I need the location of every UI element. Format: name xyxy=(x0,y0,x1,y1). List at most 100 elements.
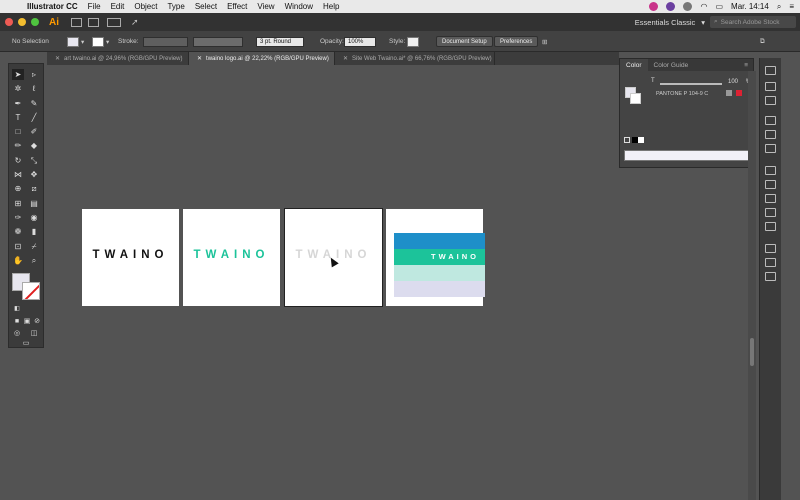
arrange-documents-icon[interactable] xyxy=(107,17,121,27)
panel-stroke-swatch[interactable] xyxy=(630,93,641,104)
perspective-grid-tool-icon[interactable]: ⧄ xyxy=(28,183,40,194)
white-color-swatch[interactable] xyxy=(638,137,644,143)
document-setup-button[interactable]: Document Setup xyxy=(436,36,493,47)
color-panel-icon[interactable] xyxy=(765,180,776,189)
lasso-tool-icon[interactable]: ℓ xyxy=(28,83,40,94)
chevron-down-icon[interactable]: ▾ xyxy=(106,38,109,46)
convert-color-icon[interactable] xyxy=(726,90,732,96)
graphic-styles-panel-icon[interactable] xyxy=(765,222,776,231)
image-trace-panel-icon[interactable] xyxy=(765,96,776,105)
artboard-teal-logo[interactable]: TWAINO xyxy=(183,209,280,306)
preferences-button[interactable]: Preferences xyxy=(494,36,539,47)
variable-width-profile[interactable] xyxy=(193,36,243,47)
width-profile-field[interactable] xyxy=(193,36,243,47)
opacity-input[interactable]: 100% xyxy=(344,36,376,47)
close-tab-icon[interactable]: ✕ xyxy=(197,55,202,62)
rotate-tool-icon[interactable]: ↻ xyxy=(12,155,24,166)
brushes-panel-icon[interactable] xyxy=(765,194,776,203)
direct-selection-tool-icon[interactable]: ▹ xyxy=(28,69,40,80)
bridge-icon[interactable] xyxy=(71,17,82,27)
menu-select[interactable]: Select xyxy=(195,2,217,11)
hand-tool-icon[interactable]: ✋ xyxy=(12,255,24,266)
layers-panel-icon[interactable] xyxy=(765,244,776,253)
stroke-none-swatch[interactable] xyxy=(92,36,104,47)
magic-wand-tool-icon[interactable]: ✲ xyxy=(12,83,24,94)
align-panel-icon[interactable] xyxy=(765,116,776,125)
brush-definition-control[interactable]: 3 pt. Round xyxy=(256,36,304,47)
eraser-tool-icon[interactable]: ◆ xyxy=(28,140,40,151)
transform-panel-icon[interactable] xyxy=(765,130,776,139)
column-graph-tool-icon[interactable]: ▮ xyxy=(28,226,40,237)
shape-builder-tool-icon[interactable]: ⊕ xyxy=(12,183,24,194)
type-tool-icon[interactable]: T xyxy=(12,112,24,123)
menu-file[interactable]: File xyxy=(88,2,101,11)
fill-swatch[interactable] xyxy=(67,36,79,47)
symbols-panel-icon[interactable] xyxy=(765,208,776,217)
eyedropper-tool-icon[interactable]: ✑ xyxy=(12,212,24,223)
pathfinder-panel-icon[interactable] xyxy=(765,144,776,153)
menu-effect[interactable]: Effect xyxy=(227,2,247,11)
gpu-rocket-icon[interactable]: ➚ xyxy=(131,17,139,28)
gradient-tool-icon[interactable]: ▤ xyxy=(28,198,40,209)
out-of-gamut-icon[interactable] xyxy=(736,90,742,96)
tab-art-twaino[interactable]: ✕ art twaino.ai @ 24,96% (RGB/GPU Previe… xyxy=(47,52,189,65)
tint-ramp[interactable] xyxy=(624,150,749,161)
app-tray-icon[interactable] xyxy=(666,2,676,11)
cloud-icon[interactable] xyxy=(683,2,693,11)
blend-tool-icon[interactable]: ◉ xyxy=(28,212,40,223)
workspace-switcher[interactable]: Essentials Classic ▾ xyxy=(635,15,705,29)
screen-mode-icon[interactable]: ▭ xyxy=(20,338,32,349)
menu-view[interactable]: View xyxy=(257,2,274,11)
tab-color[interactable]: Color xyxy=(620,59,648,71)
artboard-palette[interactable]: TWAINO xyxy=(386,209,485,306)
app-tray-icon[interactable] xyxy=(649,2,659,11)
opacity-control[interactable]: 100% xyxy=(344,36,376,47)
arrange-icon[interactable]: ⊞ xyxy=(542,36,547,47)
menu-help[interactable]: Help xyxy=(323,2,339,11)
fill-control[interactable]: ▾ xyxy=(67,36,84,47)
zoom-window-icon[interactable] xyxy=(31,18,39,26)
menu-window[interactable]: Window xyxy=(285,2,313,11)
menu-edit[interactable]: Edit xyxy=(111,2,125,11)
pen-tool-icon[interactable]: ✒ xyxy=(12,98,24,109)
none-color-swatch[interactable] xyxy=(624,137,630,143)
default-colors-icon[interactable]: ◧ xyxy=(11,304,23,315)
symbol-sprayer-tool-icon[interactable]: ❁ xyxy=(12,226,24,237)
vertical-scrollbar[interactable] xyxy=(748,71,756,500)
export-panel-icon[interactable] xyxy=(765,258,776,267)
menu-app-name[interactable]: Illustrator CC xyxy=(27,2,78,11)
stroke-weight-input[interactable] xyxy=(143,36,188,47)
scrollbar-thumb[interactable] xyxy=(750,338,754,366)
brush-definition-value[interactable]: 3 pt. Round xyxy=(256,36,304,47)
chevron-down-icon[interactable]: ▾ xyxy=(81,38,84,46)
graphic-style-control[interactable] xyxy=(407,36,419,47)
menu-object[interactable]: Object xyxy=(134,2,157,11)
artboard-tool-icon[interactable]: ⊡ xyxy=(12,241,24,252)
free-transform-tool-icon[interactable]: ✥ xyxy=(28,169,40,180)
scale-tool-icon[interactable]: ⤡ xyxy=(28,155,40,166)
tab-site-web-twaino[interactable]: ✕ Site Web Twaino.ai* @ 66,76% (RGB/GPU … xyxy=(335,52,495,65)
line-tool-icon[interactable]: ╱ xyxy=(28,112,40,123)
properties-panel-icon[interactable] xyxy=(765,66,776,75)
search-icon[interactable]: ⌕ xyxy=(777,2,781,12)
zoom-tool-icon[interactable]: ⌕ xyxy=(28,255,40,266)
stock-search-input[interactable]: ⌕ Search Adobe Stock xyxy=(710,16,796,28)
artboard-black-logo[interactable]: TWAINO xyxy=(82,209,179,306)
close-tab-icon[interactable]: ✕ xyxy=(343,55,348,62)
wifi-icon[interactable]: ◠ xyxy=(700,2,707,11)
paintbrush-tool-icon[interactable]: ✐ xyxy=(28,126,40,137)
minimize-window-icon[interactable] xyxy=(18,18,26,26)
tab-twaino-logo[interactable]: ✕ twaino logo.ai @ 22,22% (RGB/GPU Previ… xyxy=(189,52,335,65)
panel-menu-icon[interactable]: ≡ xyxy=(744,62,748,69)
panel-toggle-icon[interactable]: ⧉ xyxy=(760,36,765,47)
stock-icon[interactable] xyxy=(88,17,99,27)
menu-list-icon[interactable]: ≡ xyxy=(789,2,794,11)
clock-text[interactable]: Mar. 14:14 xyxy=(731,2,769,11)
close-tab-icon[interactable]: ✕ xyxy=(55,55,60,62)
width-tool-icon[interactable]: ⋈ xyxy=(12,169,24,180)
libraries-panel-icon[interactable] xyxy=(765,82,776,91)
stroke-color-swatch[interactable] xyxy=(22,282,40,300)
stroke-weight-field[interactable] xyxy=(143,36,188,47)
close-window-icon[interactable] xyxy=(5,18,13,26)
mesh-tool-icon[interactable]: ⊞ xyxy=(12,198,24,209)
